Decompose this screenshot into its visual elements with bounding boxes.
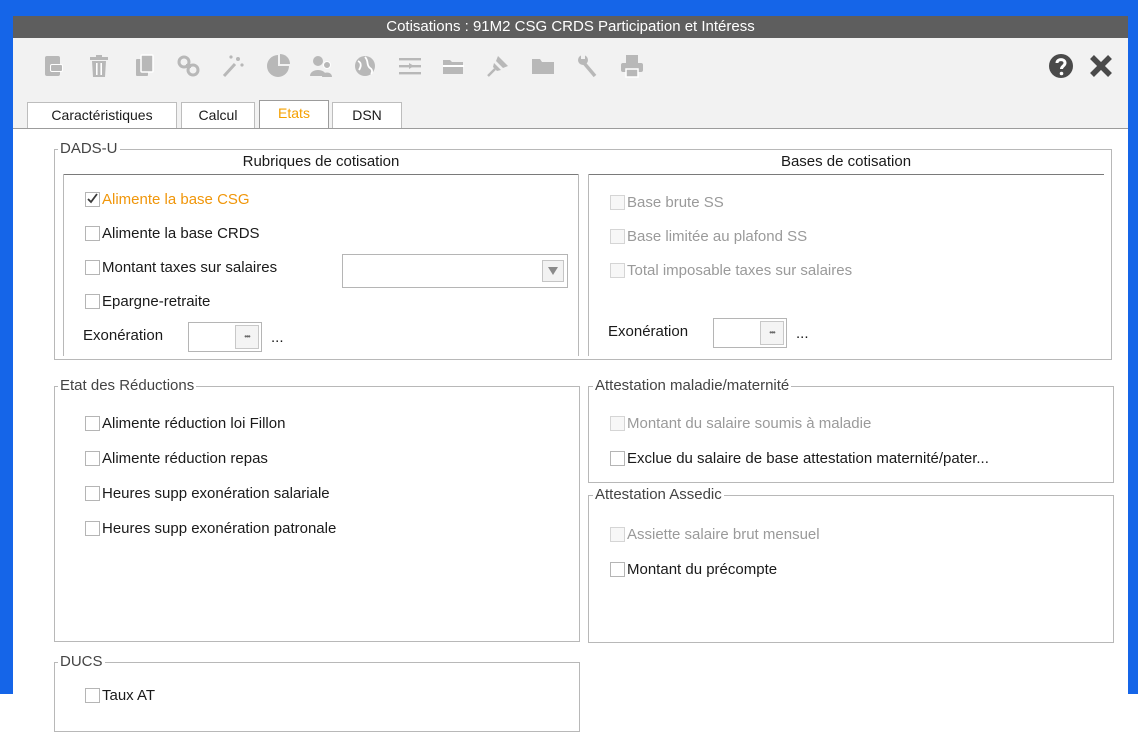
checkbox-label: Base brute SS bbox=[627, 193, 724, 211]
rubriques-header: Rubriques de cotisation bbox=[242, 153, 400, 170]
chk-montant-taxes[interactable]: Montant taxes sur salaires bbox=[85, 256, 277, 278]
tab-caracteristiques[interactable]: Caractéristiques bbox=[27, 102, 177, 128]
checkbox[interactable] bbox=[610, 415, 625, 431]
chk-heures-supp-salariale[interactable]: Heures supp exonération salariale bbox=[85, 482, 330, 504]
exoneration-ellipsis: ... bbox=[271, 329, 284, 346]
checkbox-label: Montant du salaire soumis à maladie bbox=[627, 414, 872, 432]
checkbox[interactable] bbox=[610, 228, 625, 244]
chk-base-limitee-plafond[interactable]: Base limitée au plafond SS bbox=[610, 225, 807, 247]
checkbox[interactable] bbox=[85, 450, 100, 466]
chk-base-brute-ss[interactable]: Base brute SS bbox=[610, 191, 724, 213]
exoneration-ellipsis: ... bbox=[796, 325, 809, 342]
tab-content: DADS-U Rubriques de cotisation Bases de … bbox=[13, 128, 1128, 732]
delete-icon[interactable] bbox=[86, 53, 112, 79]
checkbox[interactable] bbox=[610, 450, 625, 466]
checkbox-label: Assiette salaire brut mensuel bbox=[627, 525, 820, 543]
checkbox[interactable] bbox=[610, 561, 625, 577]
rubriques-right-line bbox=[578, 174, 579, 356]
triangle-down-icon bbox=[548, 267, 558, 275]
chk-total-imposable[interactable]: Total imposable taxes sur salaires bbox=[610, 259, 852, 281]
checkbox-label: Montant taxes sur salaires bbox=[102, 258, 278, 276]
checkbox[interactable] bbox=[610, 194, 625, 210]
toolbar bbox=[13, 38, 1128, 96]
more-dots-icon: ••• bbox=[769, 328, 775, 337]
users-icon[interactable] bbox=[308, 53, 334, 79]
checkbox[interactable] bbox=[85, 259, 100, 275]
filter-icon[interactable] bbox=[397, 53, 423, 79]
chk-reduction-repas[interactable]: Alimente réduction repas bbox=[85, 447, 268, 469]
exoneration-field[interactable]: ••• bbox=[713, 318, 787, 348]
dropdown-button[interactable] bbox=[542, 260, 564, 282]
checkbox[interactable] bbox=[85, 687, 100, 703]
checkbox-label: Total imposable taxes sur salaires bbox=[627, 261, 853, 279]
checkbox-label: Alimente la base CRDS bbox=[102, 224, 260, 242]
checkbox[interactable] bbox=[85, 225, 100, 241]
checkbox-label: Alimente réduction repas bbox=[102, 449, 268, 467]
export-icon[interactable] bbox=[41, 53, 67, 79]
chk-alimente-csg[interactable]: Alimente la base CSG bbox=[85, 188, 250, 210]
tab-baseline bbox=[13, 128, 1128, 129]
tab-etats[interactable]: Etats bbox=[259, 100, 329, 129]
checkbox-label: Heures supp exonération salariale bbox=[102, 484, 330, 502]
checkbox[interactable] bbox=[85, 293, 100, 309]
chk-alimente-crds[interactable]: Alimente la base CRDS bbox=[85, 222, 260, 244]
checkbox-label: Epargne-retraite bbox=[102, 292, 211, 310]
chk-taux-at[interactable]: Taux AT bbox=[85, 684, 155, 706]
chk-salaire-soumis-maladie[interactable]: Montant du salaire soumis à maladie bbox=[610, 412, 871, 434]
link-icon[interactable] bbox=[176, 53, 202, 79]
taxes-dropdown[interactable] bbox=[342, 254, 568, 288]
checkbox-label: Base limitée au plafond SS bbox=[627, 227, 808, 245]
checkbox[interactable] bbox=[85, 485, 100, 501]
checkbox-label: Montant du précompte bbox=[627, 560, 778, 578]
chk-exclue-salaire-base[interactable]: Exclue du salaire de base attestation ma… bbox=[610, 447, 989, 469]
ellipsis-button[interactable]: ••• bbox=[760, 321, 784, 345]
tools-icon[interactable] bbox=[574, 53, 600, 79]
bases-left-line bbox=[588, 174, 589, 356]
folder-open-icon[interactable] bbox=[441, 53, 467, 79]
checkbox-label: Alimente la base CSG bbox=[102, 190, 250, 208]
ducs-title: DUCS bbox=[58, 653, 105, 671]
chart-icon[interactable] bbox=[265, 53, 291, 79]
chk-montant-precompte[interactable]: Montant du précompte bbox=[610, 558, 777, 580]
exoneration-field[interactable]: ••• bbox=[188, 322, 262, 352]
close-icon[interactable] bbox=[1087, 52, 1115, 80]
pin-icon[interactable] bbox=[485, 53, 511, 79]
chk-assiette-brut-mensuel[interactable]: Assiette salaire brut mensuel bbox=[610, 523, 820, 545]
checkbox[interactable] bbox=[85, 191, 100, 207]
ellipsis-button[interactable]: ••• bbox=[235, 325, 259, 349]
folder-icon[interactable] bbox=[530, 53, 556, 79]
assedic-title: Attestation Assedic bbox=[593, 486, 724, 504]
reductions-title: Etat des Réductions bbox=[58, 377, 197, 395]
bases-underline bbox=[588, 174, 1104, 175]
chk-reduction-fillon[interactable]: Alimente réduction loi Fillon bbox=[85, 412, 285, 434]
checkbox[interactable] bbox=[610, 262, 625, 278]
exoneration-label: Exonération bbox=[83, 327, 164, 344]
checkmark-icon bbox=[87, 192, 98, 203]
tab-calcul[interactable]: Calcul bbox=[181, 102, 255, 128]
checkbox-label: Taux AT bbox=[102, 686, 156, 704]
wand-icon[interactable] bbox=[220, 53, 246, 79]
chk-epargne-retraite[interactable]: Epargne-retraite bbox=[85, 290, 210, 312]
copy-icon[interactable] bbox=[132, 53, 158, 79]
checkbox[interactable] bbox=[610, 526, 625, 542]
more-dots-icon: ••• bbox=[244, 332, 250, 341]
checkbox-label: Exclue du salaire de base attestation ma… bbox=[627, 449, 989, 467]
rubriques-left-line bbox=[63, 174, 64, 356]
maladie-title: Attestation maladie/maternité bbox=[593, 377, 792, 395]
checkbox[interactable] bbox=[85, 520, 100, 536]
window-title: Cotisations : 91M2 CSG CRDS Participatio… bbox=[13, 16, 1128, 38]
checkbox[interactable] bbox=[85, 415, 100, 431]
exoneration-label: Exonération bbox=[608, 323, 689, 340]
help-icon[interactable] bbox=[1047, 52, 1075, 80]
tab-dsn[interactable]: DSN bbox=[332, 102, 402, 128]
chk-heures-supp-patronale[interactable]: Heures supp exonération patronale bbox=[85, 517, 336, 539]
bases-header: Bases de cotisation bbox=[780, 153, 912, 170]
window-client: Caractéristiques Calcul Etats DSN DADS-U… bbox=[13, 38, 1128, 732]
rubriques-underline bbox=[63, 174, 579, 175]
checkbox-label: Alimente réduction loi Fillon bbox=[102, 414, 286, 432]
print-icon[interactable] bbox=[619, 53, 645, 79]
checkbox-label: Heures supp exonération patronale bbox=[102, 519, 337, 537]
globe-icon[interactable] bbox=[352, 53, 378, 79]
